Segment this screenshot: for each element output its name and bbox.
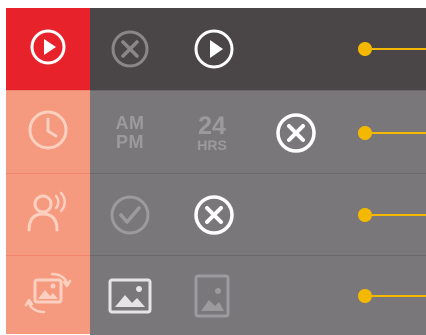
- selection-connector: [358, 42, 426, 56]
- connector-dot: [358, 288, 372, 303]
- sidebar-item-voice[interactable]: [6, 173, 90, 255]
- close-circle-icon: [109, 28, 151, 70]
- play-icon: [29, 28, 67, 71]
- autoplay-off-option[interactable]: [109, 28, 151, 70]
- sidebar-item-time-format[interactable]: [6, 90, 90, 173]
- clock-icon: [27, 109, 69, 156]
- 24-label: 24: [198, 111, 226, 140]
- 24-hour-format: 24 HRS: [197, 111, 227, 153]
- connector-dot: [358, 42, 372, 56]
- connector-line: [365, 131, 426, 134]
- connector-dot: [358, 125, 372, 140]
- setting-row-voice: [6, 173, 426, 256]
- close-circle-icon: [192, 193, 236, 237]
- autoplay-on-option[interactable]: [193, 28, 235, 70]
- check-circle-icon: [108, 193, 152, 237]
- voice-off-option[interactable]: [192, 193, 236, 237]
- setting-row-orientation: [6, 255, 426, 335]
- am-pm-format-option[interactable]: AM PM: [115, 112, 145, 152]
- setting-row-time-format: AM PM 24 HRS: [6, 90, 426, 174]
- voice-on-option[interactable]: [108, 193, 152, 237]
- options-orientation: [90, 255, 426, 335]
- sidebar-item-orientation[interactable]: [6, 255, 90, 334]
- options-voice: [90, 173, 426, 256]
- connector-line: [365, 294, 426, 297]
- connector-dot: [358, 208, 372, 222]
- am-label: AM: [115, 112, 145, 133]
- portrait-option[interactable]: [193, 273, 231, 319]
- 24-hour-format-option[interactable]: 24 HRS: [197, 111, 227, 153]
- connector-line: [365, 48, 426, 50]
- sidebar-item-autoplay[interactable]: [6, 8, 90, 90]
- time-format-off-option[interactable]: [274, 111, 318, 155]
- options-time-format: AM PM 24 HRS: [90, 90, 426, 174]
- am-pm-format: AM PM: [115, 112, 145, 152]
- person-voice-icon: [25, 190, 71, 239]
- landscape-image-icon: [107, 276, 153, 316]
- play-circle-icon: [193, 28, 235, 70]
- pm-label: PM: [116, 131, 144, 152]
- selection-connector: [358, 208, 426, 222]
- close-circle-icon: [274, 111, 318, 155]
- landscape-option[interactable]: [107, 276, 153, 316]
- portrait-image-icon: [193, 273, 231, 319]
- selection-connector: [358, 125, 426, 140]
- connector-line: [365, 214, 426, 216]
- settings-panel: AM PM 24 HRS: [6, 8, 426, 335]
- options-autoplay: [90, 8, 426, 90]
- hrs-label: HRS: [197, 136, 227, 153]
- selection-connector: [358, 288, 426, 303]
- setting-row-autoplay: [6, 8, 426, 90]
- rotate-image-icon: [22, 270, 74, 321]
